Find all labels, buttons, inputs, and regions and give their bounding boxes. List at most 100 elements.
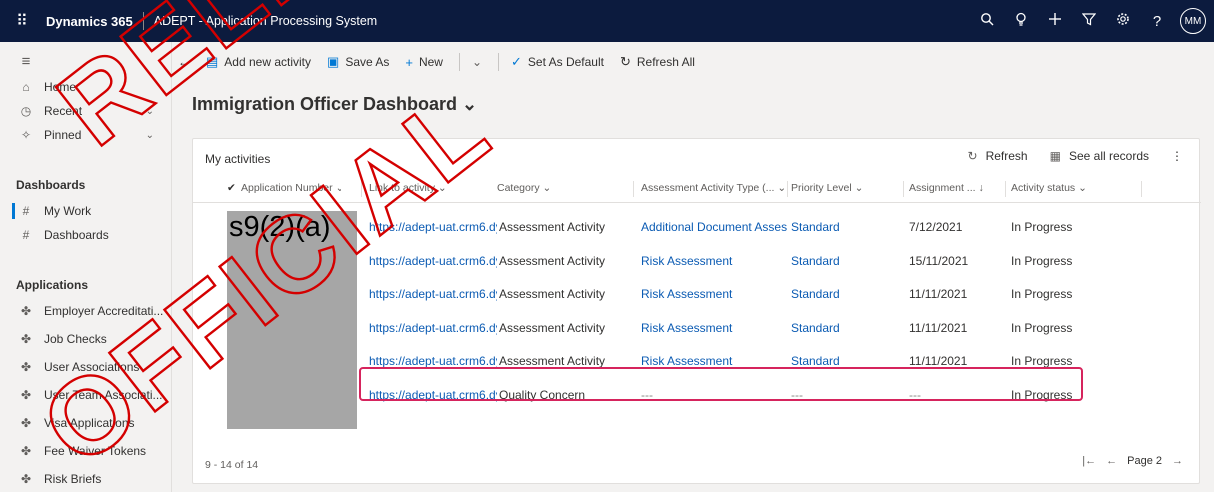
command-bar: ← ▤ Add new activity ▣ Save As + New ⌄ ✓… — [172, 42, 1214, 82]
grid-icon: # — [22, 228, 30, 242]
filter-icon[interactable] — [1072, 12, 1106, 30]
new-button[interactable]: + New — [405, 55, 443, 70]
pin-icon: ✧ — [20, 128, 32, 142]
select-all-checkmark-icon[interactable]: ✔ — [227, 182, 236, 194]
next-page-icon[interactable]: → — [1172, 455, 1183, 467]
column-header-application-number[interactable]: Application Number ⌄ — [241, 182, 341, 194]
assessment-type-cell[interactable]: Risk Assessment — [641, 312, 787, 344]
column-header-assessment-type[interactable]: Assessment Activity Type (... ⌄ — [641, 182, 787, 194]
assessment-type-cell[interactable]: Risk Assessment — [641, 245, 787, 277]
chevron-down-icon[interactable]: ⌄ — [146, 130, 154, 141]
plus-icon[interactable] — [1038, 12, 1072, 30]
priority-cell: Standard — [791, 287, 840, 301]
sidebar-item-dashboards[interactable]: # Dashboards — [0, 224, 172, 246]
app-launcher-icon[interactable]: ⠿ — [0, 0, 44, 42]
column-header-assignment[interactable]: Assignment ... ↓ — [909, 182, 995, 194]
refresh-button[interactable]: ↻ Refresh — [968, 149, 1028, 163]
sidebar-item-risk-briefs[interactable]: ✤ Risk Briefs — [0, 468, 172, 490]
sidebar-item-home[interactable]: ⌂ Home — [0, 76, 172, 98]
sidebar-item-label: Visa Applications — [44, 416, 135, 430]
column-header-priority[interactable]: Priority Level ⌄ — [791, 182, 895, 194]
status-cell: In Progress — [1011, 287, 1073, 301]
priority-cell: Standard — [791, 220, 840, 234]
column-header-link[interactable]: Link to activity ⌄ — [369, 182, 469, 194]
app-name[interactable]: Dynamics 365 — [46, 14, 133, 29]
menu-toggle[interactable]: ≡ — [0, 50, 172, 72]
chevron-down-icon[interactable]: ⌄ — [472, 55, 482, 69]
column-divider — [633, 181, 634, 197]
category-cell: Assessment Activity — [499, 320, 606, 335]
command-divider — [458, 53, 460, 71]
top-icons: ? MM — [970, 0, 1206, 42]
grid-icon: # — [22, 204, 30, 218]
dashboards-heading: Dashboards — [16, 178, 86, 192]
back-arrow-icon[interactable]: ← — [178, 55, 190, 69]
sidebar-item-fee-waiver-tokens[interactable]: ✤ Fee Waiver Tokens — [0, 440, 172, 462]
gear-icon[interactable] — [1106, 12, 1140, 30]
column-divider — [1141, 181, 1142, 197]
app-subtitle[interactable]: ADEPT - Application Processing System — [154, 14, 377, 28]
sidebar-item-employer-accreditation[interactable]: ✤ Employer Accreditati... — [0, 300, 172, 322]
sidebar-item-visa-applications[interactable]: ✤ Visa Applications — [0, 412, 172, 434]
help-icon[interactable]: ? — [1140, 13, 1174, 30]
sidebar-item-user-team-associations[interactable]: ✤ User Team Associati... — [0, 384, 172, 406]
lightbulb-icon[interactable] — [1004, 12, 1038, 30]
sidebar-item-label: Job Checks — [44, 332, 107, 346]
checkmark-icon: ✓ — [511, 54, 522, 69]
set-as-default-label: Set As Default — [527, 55, 604, 69]
add-activity-icon: ▤ — [206, 54, 219, 69]
first-page-icon[interactable]: |← — [1082, 455, 1096, 467]
puzzle-icon: ✤ — [20, 360, 32, 374]
sidebar-item-label: Home — [44, 80, 77, 94]
back-button[interactable]: ← — [178, 55, 190, 69]
puzzle-icon: ✤ — [20, 388, 32, 402]
search-icon[interactable] — [970, 12, 1004, 30]
sidebar-item-recent[interactable]: ◷ Recent ⌄ — [0, 100, 172, 122]
sidebar-item-user-associations[interactable]: ✤ User Associations — [0, 356, 172, 378]
activity-link[interactable]: https://adept-uat.crm6.dy — [369, 312, 497, 344]
sidebar-item-job-checks[interactable]: ✤ Job Checks — [0, 328, 172, 350]
sidebar-item-label: My Work — [44, 204, 92, 218]
column-header-activity-status[interactable]: Activity status ⌄ — [1011, 182, 1135, 194]
assignment-cell: 15/11/2021 — [909, 253, 969, 268]
column-divider — [1005, 181, 1006, 197]
panel-actions: ↻ Refresh ▦ See all records ⋮ — [946, 149, 1183, 163]
refresh-all-button[interactable]: ↻ Refresh All — [620, 54, 695, 70]
applications-heading: Applications — [16, 278, 89, 292]
activity-link[interactable]: https://adept-uat.crm6.dy — [369, 211, 497, 243]
previous-page-icon[interactable]: ← — [1106, 455, 1117, 467]
category-cell: Assessment Activity — [499, 287, 606, 301]
puzzle-icon: ✤ — [20, 304, 32, 318]
puzzle-icon: ✤ — [20, 472, 32, 486]
add-new-activity-button[interactable]: ▤ Add new activity — [206, 54, 311, 70]
chevron-down-icon[interactable]: ⌄ — [146, 106, 154, 117]
puzzle-icon: ✤ — [20, 444, 32, 458]
activity-link[interactable]: https://adept-uat.crm6.dy — [369, 245, 497, 277]
dashboard-title-selector[interactable]: Immigration Officer Dashboard ⌄ — [192, 94, 477, 115]
my-activities-panel: My activities ↻ Refresh ▦ See all record… — [192, 138, 1201, 484]
column-header-category[interactable]: Category ⌄ — [497, 182, 597, 194]
see-all-label: See all records — [1068, 149, 1149, 163]
sidebar-item-pinned[interactable]: ✧ Pinned ⌄ — [0, 124, 172, 146]
save-as-button[interactable]: ▣ Save As — [327, 54, 389, 70]
assignment-cell: 11/11/2021 — [909, 287, 968, 301]
grid-header: ✔ Application Number ⌄ Link to activity … — [193, 175, 1201, 203]
panel-title: My activities — [205, 152, 271, 166]
assessment-type-cell[interactable]: Risk Assessment — [641, 278, 787, 310]
hamburger-icon[interactable]: ≡ — [16, 53, 36, 70]
command-divider — [498, 53, 500, 71]
status-cell: In Progress — [1011, 320, 1073, 335]
sidebar-item-my-work[interactable]: # My Work — [0, 200, 172, 222]
see-all-records-button[interactable]: ▦ See all records — [1050, 149, 1149, 163]
new-dropdown-button[interactable]: ⌄ — [472, 55, 482, 69]
activity-link[interactable]: https://adept-uat.crm6.dy — [369, 278, 497, 310]
set-as-default-button[interactable]: ✓ Set As Default — [511, 54, 604, 70]
more-options-icon[interactable]: ⋮ — [1171, 149, 1183, 163]
avatar[interactable]: MM — [1180, 8, 1206, 34]
assessment-type-cell[interactable]: Additional Document Asses — [641, 211, 787, 243]
title-divider — [142, 12, 144, 30]
priority-cell: Standard — [791, 253, 840, 268]
sidebar-item-label: Recent — [44, 104, 83, 118]
sidebar-item-label: Fee Waiver Tokens — [44, 444, 147, 458]
sidebar-item-label: Dashboards — [44, 228, 109, 242]
